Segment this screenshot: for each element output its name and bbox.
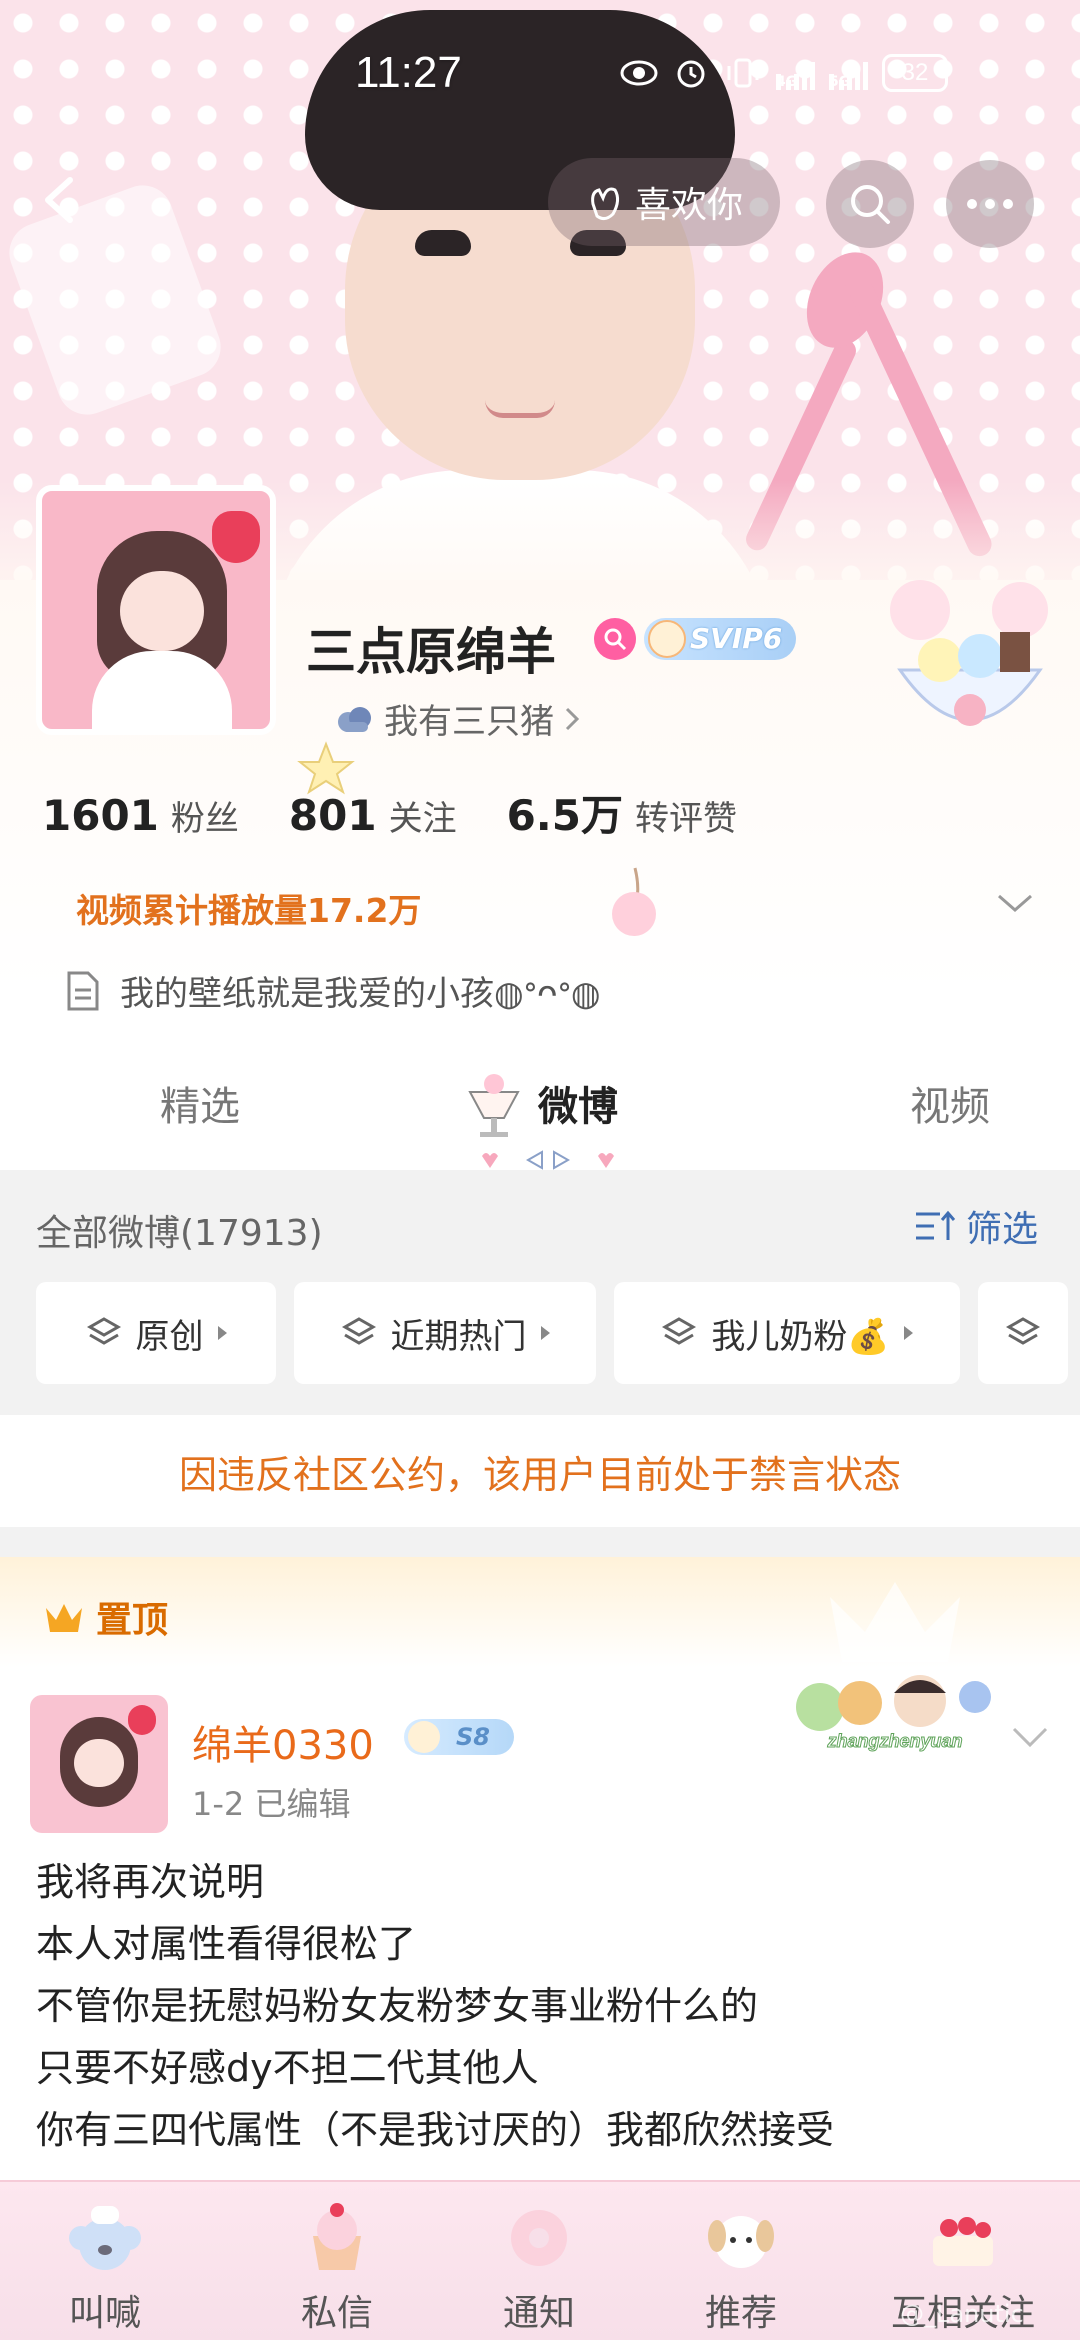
profile-nickname: 三点原绵羊 bbox=[306, 623, 556, 681]
level-badge[interactable]: S8 bbox=[404, 1719, 514, 1755]
bottom-message-button[interactable]: 私信 bbox=[262, 2198, 412, 2336]
post-author-avatar[interactable] bbox=[30, 1695, 168, 1833]
chip-more[interactable] bbox=[978, 1282, 1068, 1384]
strawberry-cake-icon bbox=[933, 2217, 993, 2266]
profile-bio: 我的壁纸就是我爱的小孩◍ᐤᴖᐤ◍ bbox=[66, 966, 601, 1015]
caret-right-icon bbox=[540, 1326, 550, 1340]
post-body: 我将再次说明 本人对属性看得很松了 不管你是抚慰妈粉女友粉梦女事业粉什么的 只要… bbox=[36, 1851, 834, 2161]
stat-interactions[interactable]: 6.5万 转评赞 bbox=[507, 782, 737, 843]
chevron-left-icon bbox=[45, 177, 73, 223]
profile-stats: 1601 粉丝 801 关注 6.5万 转评赞 bbox=[42, 782, 787, 843]
crown-watermark-icon bbox=[830, 1582, 960, 1662]
bottom-call-button[interactable]: 叫喊 bbox=[30, 2198, 180, 2336]
mascot-icon bbox=[648, 620, 686, 658]
star-sticker-icon bbox=[297, 741, 355, 795]
bottom-recommend-button[interactable]: 推荐 bbox=[666, 2198, 816, 2336]
post-menu-chevron-icon[interactable] bbox=[1010, 1723, 1050, 1751]
stat-following[interactable]: 801 关注 bbox=[289, 791, 457, 840]
video-play-count: 视频累计播放量17.2万 bbox=[76, 891, 422, 930]
post-meta: 1-2 已编辑 bbox=[192, 1785, 351, 1823]
search-button[interactable] bbox=[826, 160, 914, 248]
tab-indicator-bow-icon bbox=[482, 1150, 614, 1170]
koala-chef-icon bbox=[69, 2206, 141, 2270]
expand-chevron-icon[interactable] bbox=[995, 888, 1035, 918]
crown-icon bbox=[46, 1604, 82, 1632]
layers-icon bbox=[86, 1317, 121, 1345]
filter-button[interactable]: 筛选 bbox=[914, 1200, 1038, 1252]
layers-icon bbox=[1005, 1317, 1041, 1345]
feed-header: 全部微博(17913) 筛选 原创 近期热门 我儿奶粉💰 bbox=[0, 1170, 1080, 1415]
stat-fans[interactable]: 1601 粉丝 bbox=[42, 791, 239, 840]
filter-icon bbox=[916, 1210, 956, 1240]
post-author-name[interactable]: 绵羊0330 bbox=[192, 1713, 374, 1771]
verified-badge-icon[interactable] bbox=[594, 618, 636, 660]
donut-icon bbox=[511, 2210, 567, 2266]
eye-icon bbox=[620, 60, 658, 86]
chip-recent-hot[interactable]: 近期热门 bbox=[294, 1282, 596, 1384]
chevron-right-icon bbox=[565, 707, 580, 730]
feed-count: 全部微博(17913) bbox=[36, 1213, 323, 1254]
puppy-icon bbox=[708, 2216, 774, 2268]
battery-indicator: 32 bbox=[882, 54, 948, 92]
post-line: 不管你是抚慰妈粉女友粉梦女事业粉什么的 bbox=[36, 1984, 759, 2028]
vibrate-icon bbox=[727, 58, 759, 88]
cloud-icon bbox=[338, 706, 371, 732]
banned-notice: 因违反社区公约，该用户目前处于禁言状态 bbox=[0, 1415, 1080, 1527]
post-line: 你有三四代属性（不是我讨厌的）我都欣然接受 bbox=[36, 2108, 835, 2152]
status-bar: 11:27 4G 5G 32 bbox=[0, 40, 1080, 120]
post-line: 只要不好感dy不担二代其他人 bbox=[36, 2046, 539, 2090]
layers-icon bbox=[662, 1317, 697, 1345]
watermark: @_Lanutic bbox=[900, 2300, 1024, 2328]
dessert-sticker-icon bbox=[890, 580, 1048, 726]
pinned-label: 置顶 bbox=[42, 1591, 168, 1643]
post-line: 本人对属性看得很松了 bbox=[36, 1922, 417, 1966]
post-line: 我将再次说明 bbox=[36, 1860, 265, 1904]
status-time: 11:27 bbox=[355, 48, 462, 97]
cherry-sticker-icon bbox=[612, 867, 656, 936]
search-icon bbox=[851, 185, 890, 224]
like-you-button[interactable]: 喜欢你 bbox=[548, 158, 780, 246]
signal-5g-icon: 5G bbox=[829, 56, 868, 90]
hand-heart-icon bbox=[591, 187, 620, 221]
mascot-icon bbox=[408, 1721, 440, 1753]
fan-badge-text: zhangzhenyuan bbox=[826, 1731, 962, 1751]
tab-weibo[interactable]: 微博 bbox=[538, 1074, 618, 1132]
layers-icon bbox=[341, 1317, 376, 1345]
fan-badge-sticker: zhangzhenyuan bbox=[796, 1675, 991, 1752]
like-you-label: 喜欢你 bbox=[634, 185, 743, 226]
caret-right-icon bbox=[217, 1326, 227, 1340]
super-topic-link[interactable]: 我有三只猪 bbox=[334, 694, 580, 743]
tab-video[interactable]: 视频 bbox=[910, 1074, 990, 1132]
bottom-notify-button[interactable]: 通知 bbox=[464, 2198, 614, 2336]
caret-right-icon bbox=[903, 1326, 913, 1340]
parfait-icon bbox=[468, 1074, 520, 1137]
chip-original[interactable]: 原创 bbox=[36, 1282, 276, 1384]
more-button[interactable] bbox=[946, 160, 1034, 248]
profile-avatar[interactable] bbox=[36, 485, 276, 735]
tab-featured[interactable]: 精选 bbox=[160, 1074, 240, 1132]
back-button[interactable] bbox=[30, 160, 90, 240]
alarm-icon bbox=[677, 60, 705, 88]
more-dots-icon bbox=[967, 199, 1013, 209]
signal-4g-icon: 4G bbox=[776, 56, 815, 90]
document-icon bbox=[67, 971, 99, 1010]
chip-custom-group[interactable]: 我儿奶粉💰 bbox=[614, 1282, 960, 1384]
svip-badge[interactable]: SVIP6 bbox=[644, 618, 797, 660]
cupcake-icon bbox=[313, 2203, 361, 2270]
